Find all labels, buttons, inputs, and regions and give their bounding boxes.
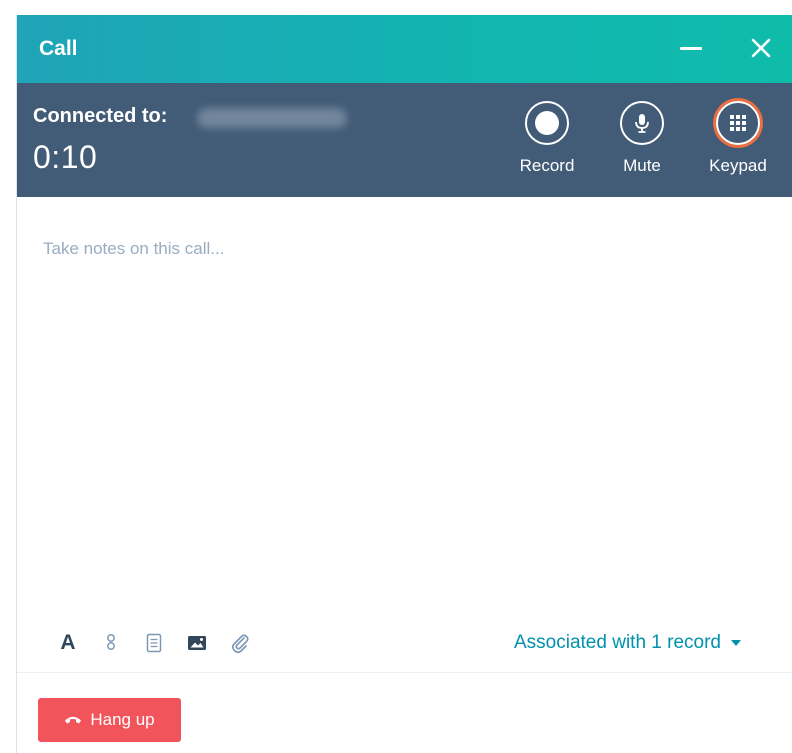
close-icon[interactable] bbox=[746, 33, 776, 63]
call-window: Call Connected to: 0:10 Record Mute Keyp… bbox=[16, 15, 792, 753]
keypad-label: Keypad bbox=[709, 156, 767, 175]
call-notes-input[interactable] bbox=[17, 197, 792, 617]
image-icon[interactable] bbox=[186, 631, 208, 655]
hang-up-label: Hang up bbox=[90, 710, 155, 729]
mute-button[interactable]: Mute bbox=[602, 101, 682, 176]
rich-text-toolbar: A bbox=[57, 629, 272, 657]
mute-label: Mute bbox=[623, 156, 661, 175]
paperclip-icon[interactable] bbox=[229, 631, 251, 655]
chevron-down-icon bbox=[731, 640, 741, 646]
associations-label: Associated with 1 record bbox=[514, 632, 721, 653]
footer-divider bbox=[17, 672, 792, 673]
call-header: Call bbox=[17, 15, 792, 83]
hang-up-button[interactable]: Hang up bbox=[38, 698, 181, 742]
text-format-icon[interactable]: A bbox=[57, 631, 79, 655]
call-status-bar: Connected to: 0:10 Record Mute Keypad bbox=[17, 83, 792, 197]
connected-contact-redacted bbox=[197, 108, 347, 128]
microphone-icon bbox=[620, 101, 664, 145]
document-icon[interactable] bbox=[143, 631, 165, 655]
minimize-icon[interactable] bbox=[676, 33, 706, 63]
record-label: Record bbox=[519, 156, 575, 175]
connected-label: Connected to: bbox=[33, 105, 168, 127]
window-title: Call bbox=[39, 37, 78, 60]
token-icon[interactable] bbox=[100, 631, 122, 655]
associations-dropdown[interactable]: Associated with 1 record bbox=[514, 629, 741, 657]
record-button[interactable]: Record bbox=[507, 101, 587, 176]
phone-hang-up-icon bbox=[64, 714, 82, 726]
call-timer: 0:10 bbox=[33, 139, 98, 175]
record-icon bbox=[525, 101, 569, 145]
keypad-button[interactable]: Keypad bbox=[698, 101, 778, 176]
keypad-icon bbox=[716, 101, 760, 145]
